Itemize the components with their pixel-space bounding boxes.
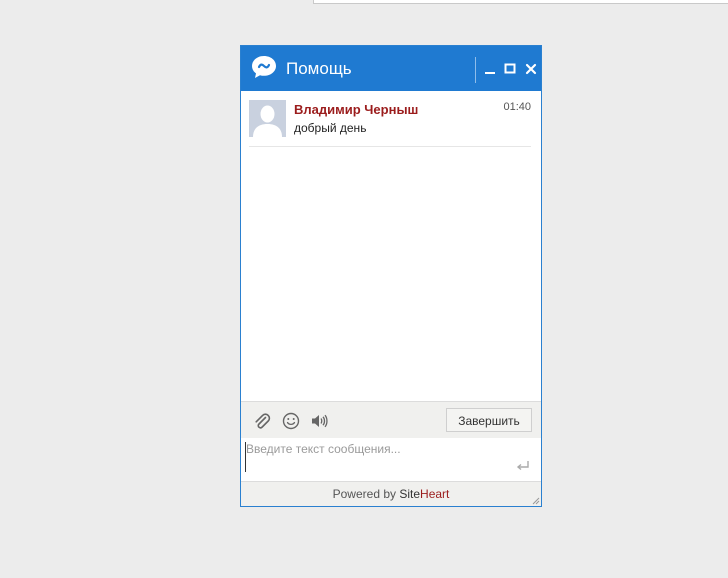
message-time: 01:40 (503, 101, 531, 113)
finish-chat-button[interactable]: Завершить (446, 408, 532, 432)
message-item: Владимир Черныш добрый день 01:40 (249, 100, 531, 147)
message-text: добрый день (294, 121, 367, 135)
avatar (249, 100, 286, 137)
close-icon[interactable] (524, 62, 538, 76)
resize-grip-icon[interactable] (531, 496, 540, 505)
chat-widget: Помощь Владимир Черныш добрый день 01:40 (240, 45, 542, 507)
brand-site-text: Site (399, 487, 421, 501)
message-author[interactable]: Владимир Черныш (294, 102, 418, 117)
chat-toolbar: Завершить (241, 401, 541, 439)
paperclip-icon[interactable] (253, 412, 271, 430)
minimize-icon[interactable] (483, 62, 497, 76)
brand-link[interactable]: SiteHeart (399, 487, 449, 501)
chat-logo-icon (252, 56, 276, 78)
chat-header: Помощь (241, 46, 541, 91)
speaker-icon[interactable] (310, 412, 328, 430)
message-input-area (241, 438, 541, 481)
message-list[interactable]: Владимир Черныш добрый день 01:40 (241, 91, 541, 446)
enter-icon[interactable] (516, 460, 530, 472)
chat-title: Помощь (286, 59, 352, 78)
background-window-edge (313, 0, 728, 4)
brand-heart-text: Heart (420, 487, 450, 501)
smiley-icon[interactable] (282, 412, 300, 430)
powered-by-footer: Powered by SiteHeart (241, 481, 541, 506)
header-divider (475, 57, 476, 83)
powered-by-text: Powered by (332, 487, 396, 501)
message-input[interactable] (245, 442, 510, 472)
maximize-icon[interactable] (503, 62, 517, 76)
